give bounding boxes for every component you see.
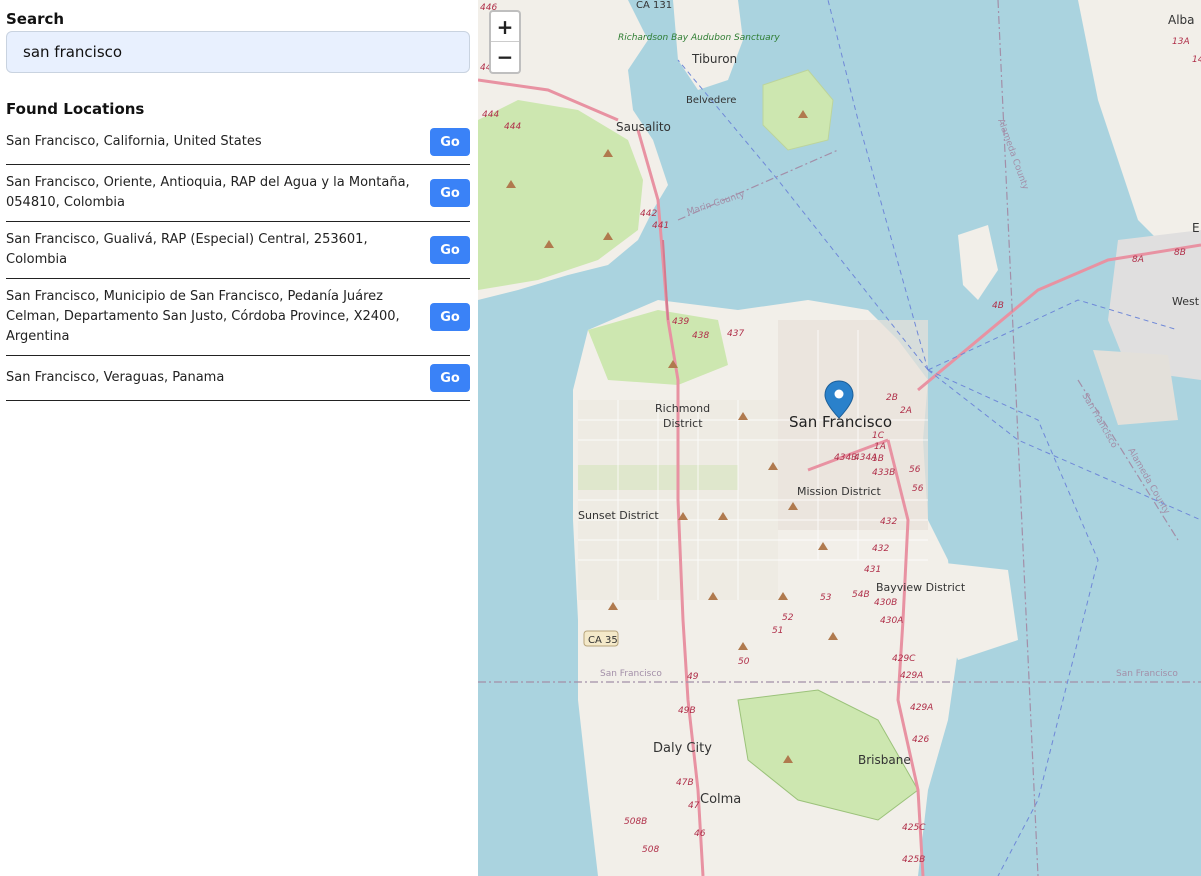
route-number-label: 1B (872, 454, 884, 464)
route-number-label: 1C (872, 431, 885, 441)
result-row: San Francisco, Veraguas, Panama Go (6, 356, 470, 401)
label-richmond-2: District (663, 417, 703, 430)
label-sunset: Sunset District (578, 509, 659, 522)
result-text: San Francisco, Gualivá, RAP (Especial) C… (6, 232, 368, 267)
route-number-label: 441 (652, 221, 669, 231)
route-number-label: 2A (900, 406, 912, 416)
label-ca35: CA 35 (588, 635, 618, 646)
route-number-label: 508 (642, 845, 659, 855)
label-brisbane: Brisbane (858, 753, 911, 767)
result-row: San Francisco, Gualivá, RAP (Especial) C… (6, 222, 470, 279)
result-text: San Francisco, Veraguas, Panama (6, 370, 225, 385)
result-row: San Francisco, Oriente, Antioquia, RAP d… (6, 165, 470, 222)
route-number-label: 432 (880, 517, 897, 527)
route-number-label: 47B (676, 778, 694, 788)
route-number-label: 46 (694, 829, 706, 839)
label-tiburon: Tiburon (691, 52, 737, 66)
go-button[interactable]: Go (430, 179, 470, 207)
route-number-label: 425C (902, 823, 926, 833)
route-number-label: 4B (992, 301, 1004, 311)
route-number-label: 50 (738, 657, 750, 667)
label-albany: Alba (1168, 13, 1195, 27)
route-number-label: 433B (872, 468, 895, 478)
route-number-label: 444 (482, 110, 499, 120)
route-number-label: 426 (912, 735, 929, 745)
result-row: San Francisco, Municipio de San Francisc… (6, 279, 470, 356)
label-sf-boundary-right: San Francisco (1116, 669, 1178, 679)
result-text: San Francisco, Oriente, Antioquia, RAP d… (6, 175, 410, 210)
route-number-label: 54B (852, 590, 870, 600)
go-button[interactable]: Go (430, 236, 470, 264)
search-input[interactable] (6, 31, 470, 73)
go-button[interactable]: Go (430, 303, 470, 331)
label-bayview: Bayview District (876, 581, 966, 594)
zoom-out-button[interactable]: − (491, 42, 519, 72)
route-number-label: 429A (900, 671, 923, 681)
route-number-label: 47 (688, 801, 700, 811)
route-number-label: 52 (782, 613, 794, 623)
route-number-label: 430B (874, 598, 897, 608)
label-colma: Colma (700, 792, 741, 807)
zoom-control: + − (489, 10, 521, 74)
route-number-label: 429C (892, 654, 916, 664)
search-panel: Search Found Locations San Francisco, Ca… (0, 0, 478, 876)
label-belvedere: Belvedere (686, 95, 736, 106)
label-ca131: CA 131 (636, 0, 672, 11)
result-text: San Francisco, Municipio de San Francisc… (6, 289, 400, 344)
map-view[interactable]: CA 131 Richardson Bay Audubon Sanctuary … (478, 0, 1201, 876)
route-number-label: 51 (772, 626, 783, 636)
route-number-label: 438 (692, 331, 709, 341)
route-number-label: 49 (687, 672, 699, 682)
label-sf-boundary-left: San Francisco (600, 669, 662, 679)
label-e: E (1192, 221, 1200, 235)
route-number-label: 508B (624, 817, 647, 827)
go-button[interactable]: Go (430, 364, 470, 392)
label-mission: Mission District (797, 485, 881, 498)
route-number-label: 8A (1132, 255, 1144, 265)
route-number-label: 56 (912, 484, 924, 494)
result-text: San Francisco, California, United States (6, 134, 262, 149)
map-tiles[interactable]: CA 131 Richardson Bay Audubon Sanctuary … (478, 0, 1201, 876)
route-number-label: 49B (678, 706, 696, 716)
label-daly-city: Daly City (653, 741, 712, 756)
route-number-label: 8B (1174, 248, 1186, 258)
go-button[interactable]: Go (430, 128, 470, 156)
route-number-label: 2B (886, 393, 898, 403)
label-sausalito: Sausalito (616, 120, 671, 134)
route-number-label: 437 (727, 329, 744, 339)
route-number-label: 425B (902, 855, 925, 865)
route-number-label: 53 (820, 593, 832, 603)
found-locations-heading: Found Locations (6, 100, 145, 118)
route-number-label: 432 (872, 544, 889, 554)
results-list: San Francisco, California, United States… (6, 120, 470, 401)
zoom-in-button[interactable]: + (491, 12, 519, 42)
route-number-label: 444 (504, 122, 521, 132)
label-richmond: Richmond (655, 402, 710, 415)
result-row: San Francisco, California, United States… (6, 120, 470, 165)
route-number-label: 431 (864, 565, 881, 575)
route-number-label: 56 (909, 465, 921, 475)
route-number-label: 13A (1172, 37, 1190, 47)
label-richardson: Richardson Bay Audubon Sanctuary (618, 33, 780, 43)
route-number-label: 442 (640, 209, 657, 219)
route-number-label: 1A (874, 442, 886, 452)
route-number-label: 14 (1192, 55, 1201, 65)
route-number-label: 429A (910, 703, 933, 713)
route-number-label: 430A (880, 616, 903, 626)
search-label: Search (6, 10, 65, 28)
label-west: West (1172, 295, 1200, 308)
route-number-label: 439 (672, 317, 689, 327)
